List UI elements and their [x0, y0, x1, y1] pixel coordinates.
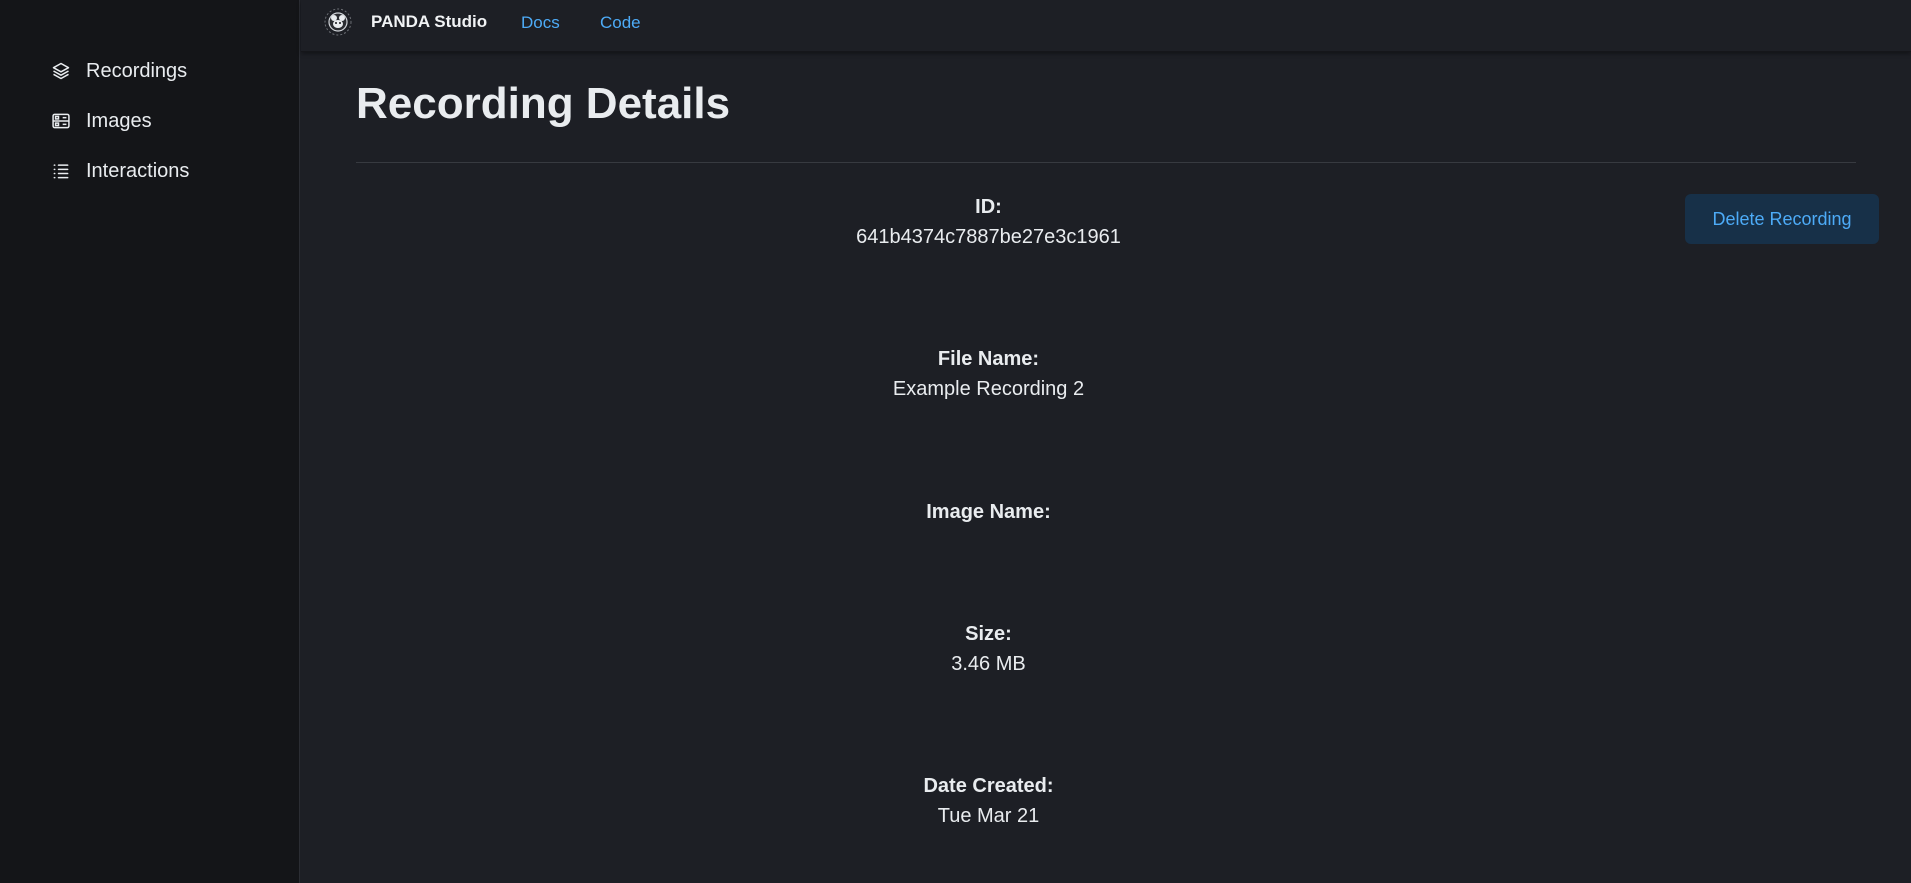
field-value: 3.46 MB — [951, 653, 1026, 675]
sidebar-item-label: Recordings — [86, 59, 188, 82]
divider — [356, 162, 1856, 163]
panda-logo-icon[interactable] — [323, 7, 353, 37]
sidebar-nav: Recordings Images Interactions — [50, 46, 189, 196]
sidebar: Recordings Images Interactions — [0, 0, 300, 883]
detail-field-size: Size: 3.46 MB — [356, 623, 1621, 677]
detail-field-id: ID: 641b4374c7887be27e3c1961 — [356, 196, 1621, 250]
detail-field-image-name: Image Name: — [356, 501, 1621, 555]
field-label: Size: — [965, 623, 1012, 645]
server-icon — [50, 110, 72, 132]
brand-title[interactable]: PANDA Studio — [371, 12, 487, 32]
field-value: Tue Mar 21 — [937, 805, 1040, 827]
field-value — [356, 531, 1621, 555]
field-label: Date Created: — [923, 775, 1054, 797]
docs-link[interactable]: Docs — [521, 13, 560, 33]
top-header: PANDA Studio Docs Code — [301, 0, 1911, 52]
detail-field-file-name: File Name: Example Recording 2 — [356, 348, 1621, 402]
page-title: Recording Details — [356, 79, 731, 128]
sidebar-item-recordings[interactable]: Recordings — [50, 46, 189, 96]
field-label: ID: — [975, 196, 1002, 218]
app-root: Recordings Images Interactions PANDA Stu… — [0, 0, 1911, 883]
field-label: File Name: — [937, 348, 1040, 370]
sidebar-item-label: Interactions — [86, 159, 190, 182]
field-value: Example Recording 2 — [892, 378, 1085, 400]
field-label: Image Name: — [926, 501, 1051, 523]
detail-field-date-created: Date Created: Tue Mar 21 — [356, 775, 1621, 829]
delete-recording-button[interactable]: Delete Recording — [1685, 194, 1879, 244]
sidebar-item-label: Images — [86, 109, 152, 132]
layers-icon — [50, 60, 72, 82]
main-content: Recording Details Delete Recording ID: 6… — [356, 52, 1879, 883]
sidebar-item-interactions[interactable]: Interactions — [50, 146, 189, 196]
sidebar-item-images[interactable]: Images — [50, 96, 189, 146]
code-link[interactable]: Code — [600, 13, 641, 33]
field-value: 641b4374c7887be27e3c1961 — [856, 226, 1121, 248]
list-icon — [50, 160, 72, 182]
